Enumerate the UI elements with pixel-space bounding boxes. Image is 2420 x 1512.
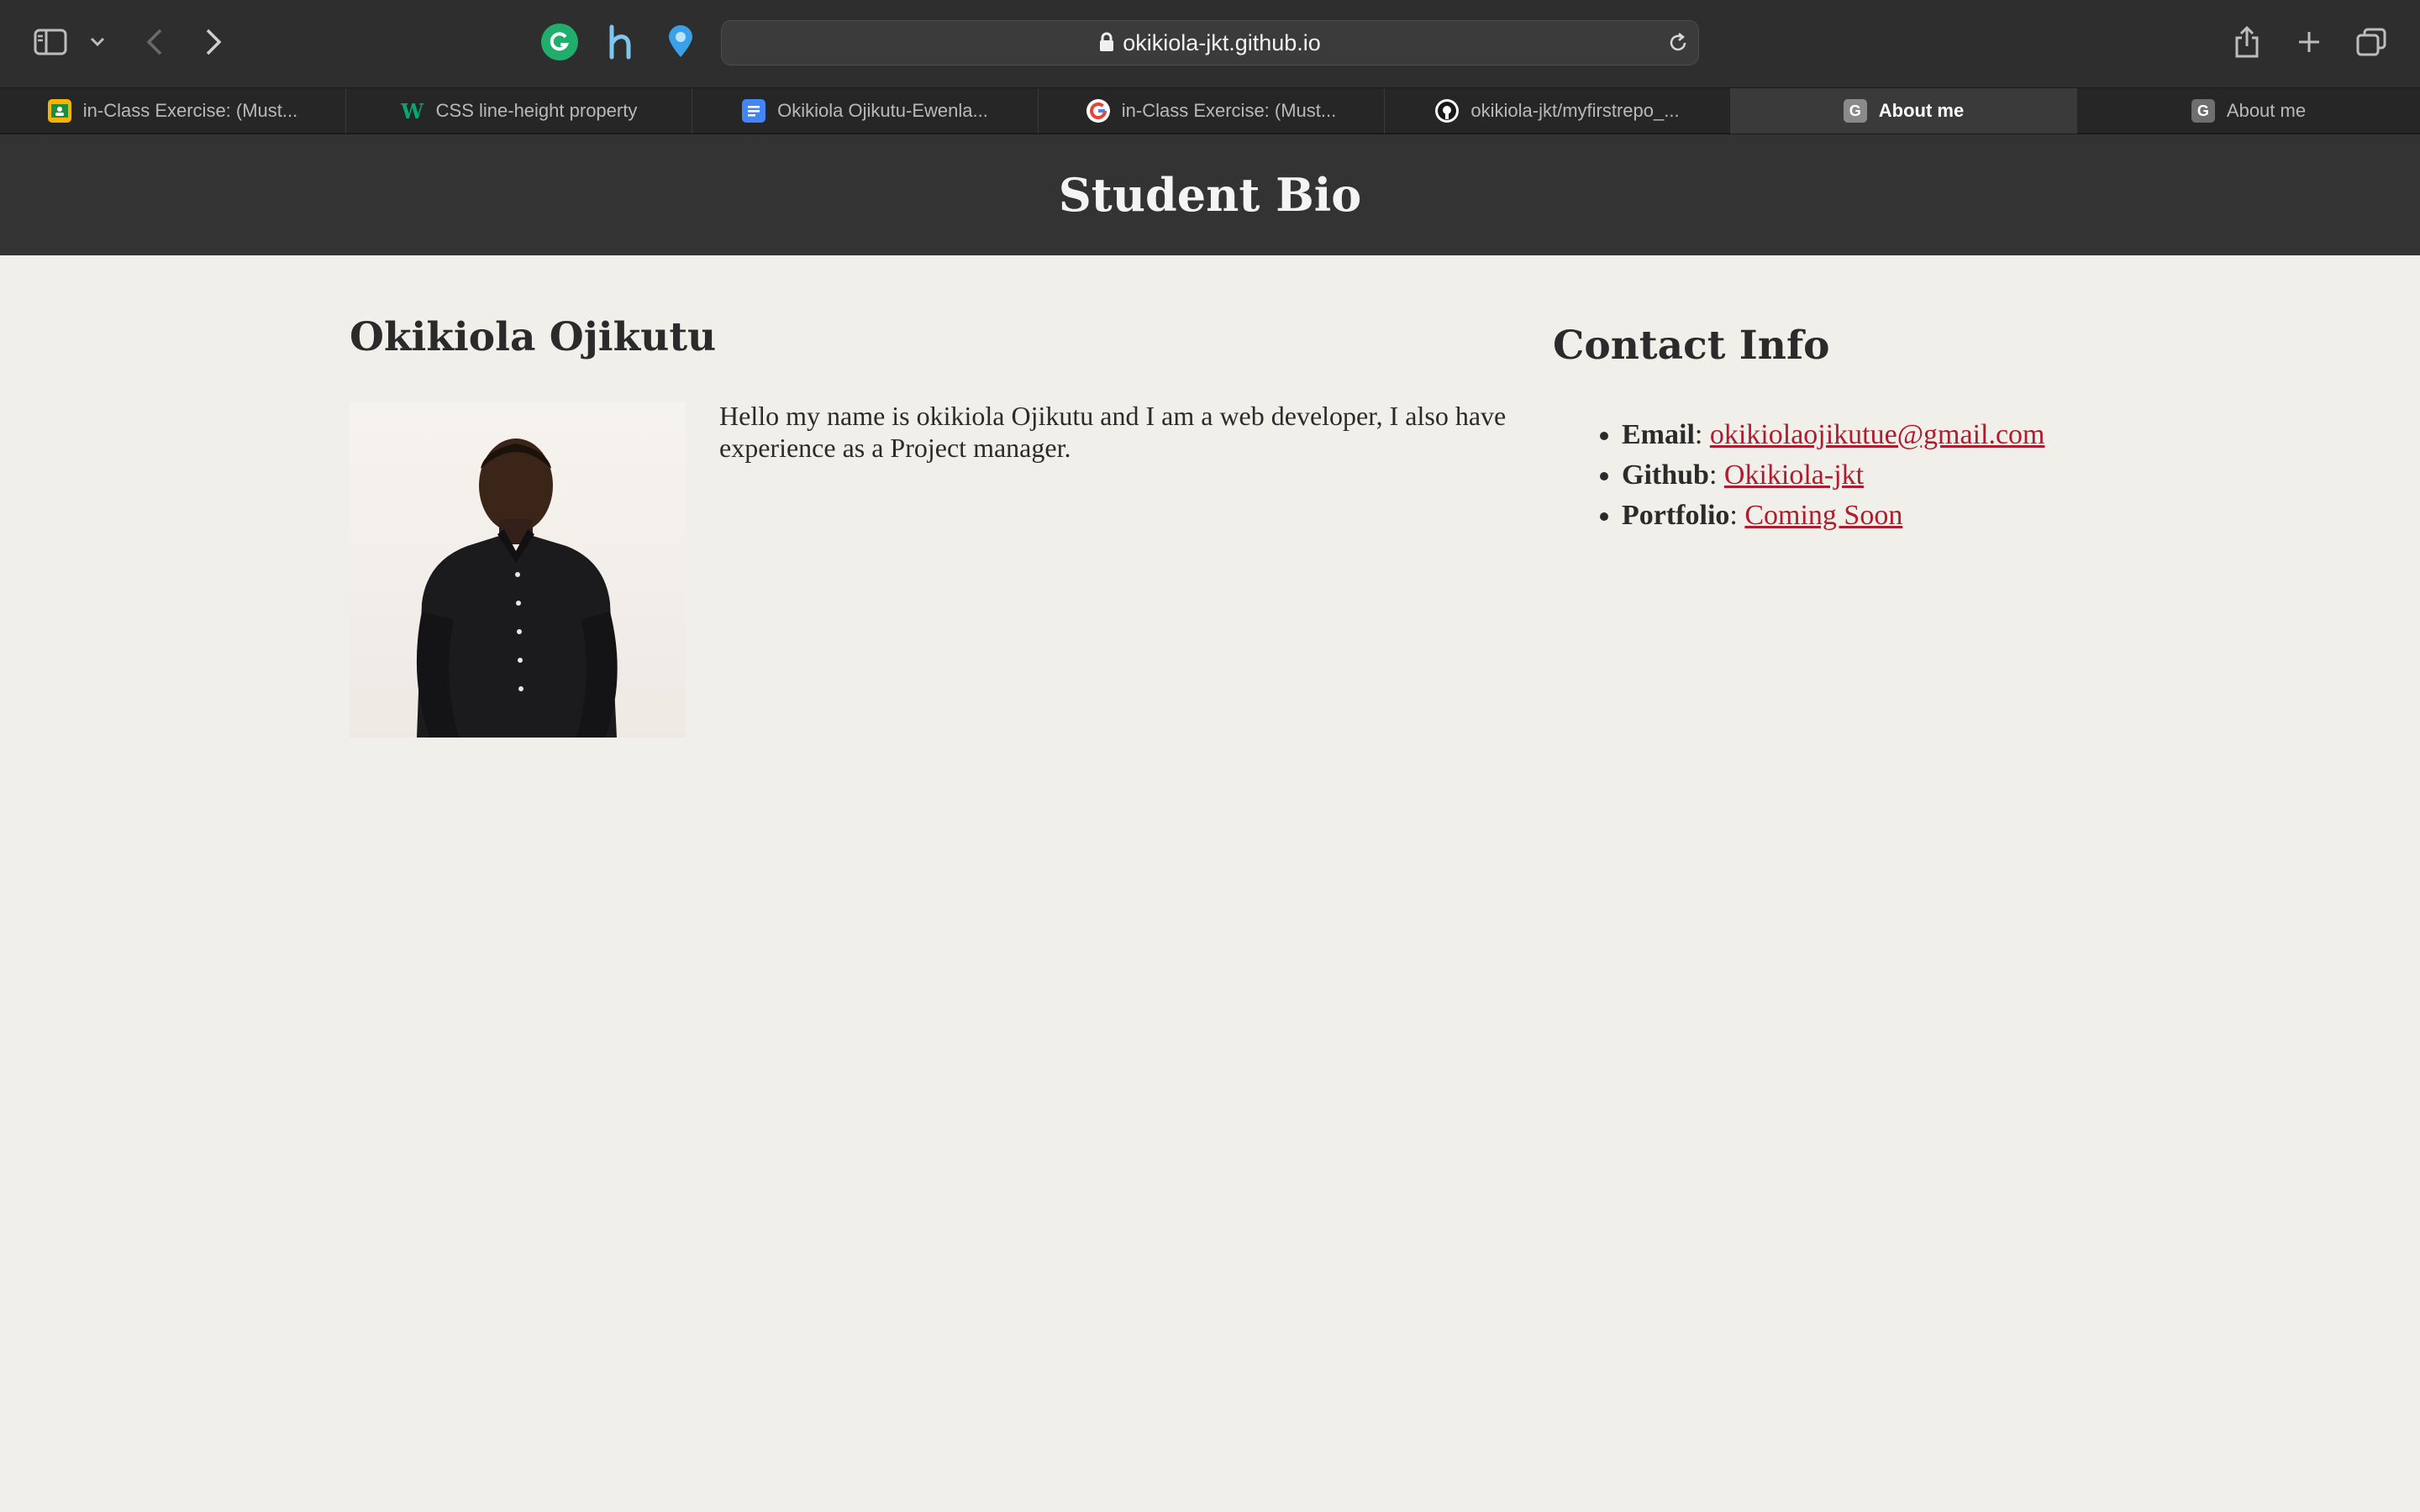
tab-title: in-Class Exercise: (Must... [82,100,298,121]
tab-overview-icon [2356,28,2386,56]
w3schools-icon: W [401,98,424,123]
contact-item-github: Github: Okikiola-jkt [1622,455,2045,496]
email-link[interactable]: okikiolaojikutue@gmail.com [1710,419,2045,450]
tab-classroom-exercise-2[interactable]: in-Class Exercise: (Must... [1039,88,1385,134]
chevron-down-icon [90,37,105,47]
github-icon [1435,99,1460,123]
contact-label: Github [1622,459,1709,491]
g-letter-icon: G [1843,99,1867,123]
tab-classroom-exercise[interactable]: in-Class Exercise: (Must... [0,88,346,134]
sidebar-icon [34,29,67,55]
google-docs-icon [742,99,766,123]
classroom-icon [47,99,71,123]
site-title: Student Bio [1058,168,1362,222]
address-bar[interactable]: okikiola-jkt.github.io [721,20,1699,66]
share-icon [2235,26,2259,58]
honey-h-icon [609,24,631,60]
tab-title: Okikiola Ojikutu-Ewenla... [777,100,988,121]
url-display: okikiola-jkt.github.io [722,21,1698,65]
new-tab-button[interactable] [2292,25,2326,59]
sidebar-toggle-button[interactable] [32,25,69,59]
person-portrait-icon [416,438,618,738]
contact-item-email: Email: okikiolaojikutue@gmail.com [1622,415,2045,455]
tab-github-repo[interactable]: okikiola-jkt/myfirstrepo_... [1385,88,1731,134]
tab-title: okikiola-jkt/myfirstrepo_... [1470,100,1680,121]
share-button[interactable] [2230,24,2264,60]
grammarly-extension-button[interactable] [541,24,578,60]
g-letter-icon: G [2191,99,2215,123]
site-header: Student Bio [0,134,2420,255]
student-name-heading: Okikiola Ojikutu [350,314,717,360]
chevron-right-icon [206,29,222,55]
plus-icon [2299,32,2319,52]
portfolio-link[interactable]: Coming Soon [1744,500,1902,531]
google-icon [1086,99,1110,123]
honey-extension-button[interactable] [602,24,639,60]
contact-list: Email: okikiolaojikutue@gmail.com Github… [1553,415,2045,536]
url-text: okikiola-jkt.github.io [1123,30,1321,55]
contact-item-portfolio: Portfolio: Coming Soon [1622,496,2045,536]
reload-button[interactable] [1665,29,1691,56]
tab-title: CSS line-height property [435,100,638,121]
label-separator: : [1708,459,1718,491]
tab-title: About me [1878,100,1965,121]
label-separator: : [1694,419,1703,450]
grammarly-icon [550,32,570,51]
back-button[interactable] [141,25,168,59]
tab-about-me[interactable]: G About me [2077,88,2420,134]
github-link[interactable]: Okikiola-jkt [1724,459,1864,491]
chevron-left-icon [146,29,162,55]
forward-button[interactable] [200,25,227,59]
contact-label: Email [1622,419,1695,450]
tab-title: About me [2226,100,2307,121]
pin-shield-icon [669,25,692,57]
tab-about-me-active[interactable]: G About me [1731,88,2077,134]
browser-toolbar: okikiola-jkt.github.io [0,0,2420,87]
tab-bar: in-Class Exercise: (Must... W CSS line-h… [0,87,2420,134]
contact-info-heading: Contact Info [1553,323,1830,369]
label-separator: : [1729,500,1738,531]
tab-title: in-Class Exercise: (Must... [1121,100,1337,121]
profile-photo [350,402,686,738]
tab-overview-button[interactable] [2354,25,2388,59]
contact-label: Portfolio [1622,500,1730,531]
tab-google-doc[interactable]: Okikiola Ojikutu-Ewenla... [692,88,1039,134]
lock-icon [1100,32,1114,51]
tab-css-line-height[interactable]: W CSS line-height property [346,88,692,134]
bio-paragraph: Hello my name is okikiola Ojikutu and I … [719,401,1507,463]
sidebar-menu-chevron[interactable] [87,32,108,52]
reload-icon [1670,33,1686,51]
shield-extension-button[interactable] [662,24,699,60]
